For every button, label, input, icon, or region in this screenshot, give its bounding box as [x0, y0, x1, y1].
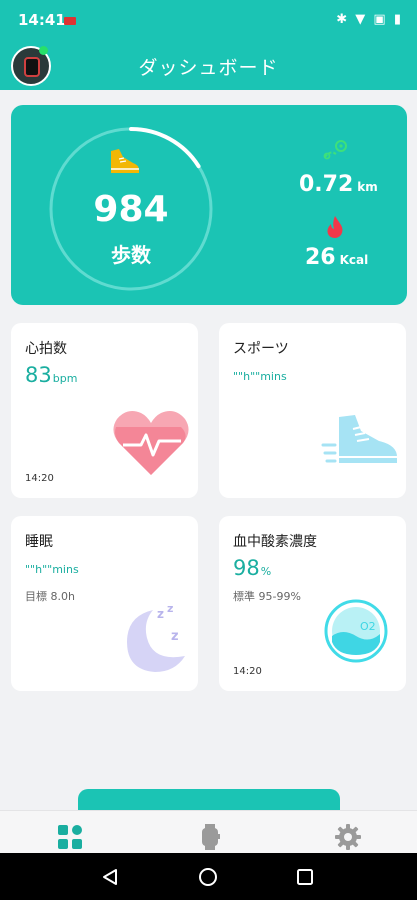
system-navigation-bar — [0, 853, 417, 900]
blood-oxygen-card[interactable]: 血中酸素濃度 98% 標準 95-99% O2 14:20 — [219, 516, 406, 691]
blood-oxygen-standard: 標準 95-99% — [233, 590, 301, 603]
moon-zzz-icon: z z z — [127, 602, 185, 672]
nav-watch-icon[interactable] — [196, 823, 224, 851]
sleep-title: 睡眠 — [25, 534, 53, 550]
steps-label: 歩数 — [111, 243, 151, 267]
blood-oxygen-title: 血中酸素濃度 — [233, 534, 317, 550]
blood-oxygen-value: 98% — [233, 556, 271, 580]
heart-rate-title: 心拍数 — [25, 341, 67, 357]
page-title: ダッシュボード — [138, 57, 279, 79]
sports-card[interactable]: スポーツ ""h""mins — [219, 323, 406, 498]
distance-value: 0.72 km — [299, 172, 378, 197]
o2-icon: O2 — [324, 599, 388, 663]
status-icons: ✱ ▼ ▣ ▮ — [336, 12, 403, 27]
sleep-duration: ""h""mins — [25, 563, 79, 576]
fire-icon — [327, 216, 343, 238]
o2-label: O2 — [360, 620, 376, 633]
status-bar: 14:41 ✱ ▼ ▣ ▮ — [0, 0, 417, 40]
heart-rate-number: 83 — [25, 363, 52, 387]
blood-oxygen-time: 14:20 — [233, 666, 262, 677]
bottom-banner[interactable] — [78, 789, 340, 811]
home-icon[interactable] — [198, 867, 218, 887]
steps-summary-card[interactable]: 984 歩数 0.72 km 26 Kcal — [11, 105, 407, 305]
distance-number: 0.72 — [299, 172, 354, 197]
notification-icon — [64, 17, 76, 25]
blood-oxygen-unit: % — [260, 565, 272, 578]
steps-count: 984 — [93, 189, 169, 230]
heart-rate-time: 14:20 — [25, 473, 54, 484]
calories-number: 26 — [305, 245, 336, 270]
nav-dashboard-grid-icon[interactable] — [56, 823, 84, 851]
heart-rate-unit: bpm — [52, 372, 78, 385]
recents-icon[interactable] — [295, 867, 315, 887]
sleep-card[interactable]: 睡眠 ""h""mins 目標 8.0h z z z — [11, 516, 198, 691]
distance-icon — [323, 140, 347, 160]
sneaker-icon — [321, 415, 397, 463]
blood-oxygen-number: 98 — [233, 556, 260, 580]
shoe-icon — [111, 149, 139, 173]
sleep-goal: 目標 8.0h — [25, 590, 75, 603]
distance-unit: km — [357, 180, 378, 194]
sports-duration: ""h""mins — [233, 370, 287, 383]
svg-text:z: z — [157, 607, 164, 621]
nav-gear-icon[interactable] — [334, 823, 362, 851]
app-header: ダッシュボード — [0, 40, 417, 90]
svg-text:z: z — [171, 629, 179, 644]
calories-value: 26 Kcal — [305, 245, 368, 270]
heart-rate-value: 83bpm — [25, 363, 77, 387]
back-icon[interactable] — [100, 867, 120, 887]
calories-unit: Kcal — [339, 253, 369, 267]
heart-rate-card[interactable]: 心拍数 83bpm 14:20 — [11, 323, 198, 498]
heart-pulse-icon — [113, 411, 189, 475]
svg-text:z: z — [167, 602, 173, 615]
status-time: 14:41 — [18, 11, 66, 29]
sports-title: スポーツ — [233, 341, 289, 357]
